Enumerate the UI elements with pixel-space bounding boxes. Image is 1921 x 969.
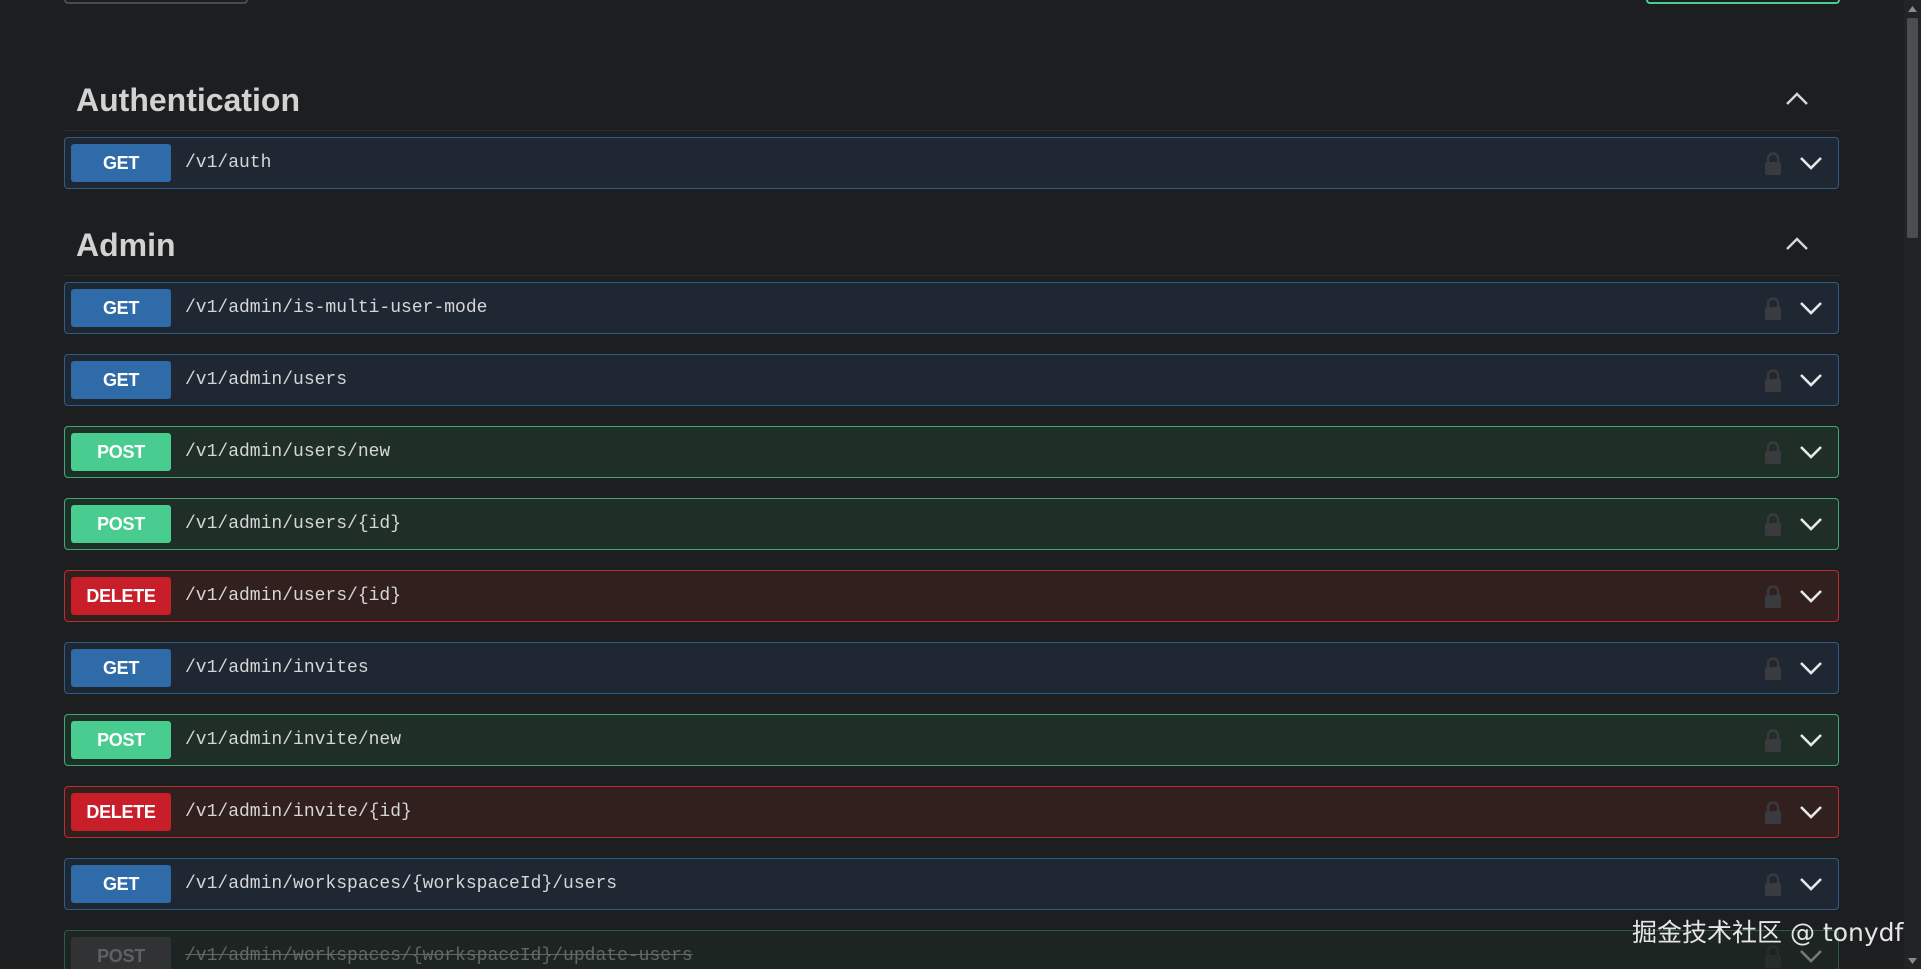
lock-icon[interactable]: [1764, 657, 1782, 681]
chevron-up-icon[interactable]: [1783, 88, 1811, 110]
authorize-button-edge[interactable]: [1646, 0, 1840, 4]
operation-path: /v1/admin/users: [185, 370, 348, 390]
chevron-down-icon[interactable]: [1798, 586, 1824, 606]
chevron-down-icon[interactable]: [1798, 874, 1824, 894]
method-badge: POST: [71, 505, 171, 543]
operation-path: /v1/admin/users/{id}: [185, 514, 402, 534]
method-badge: GET: [71, 289, 171, 327]
definition-select-edge[interactable]: [64, 0, 248, 4]
method-badge: GET: [71, 865, 171, 903]
operation-row[interactable]: GET/v1/admin/invites: [64, 642, 1839, 694]
lock-icon[interactable]: [1764, 152, 1782, 176]
operation-row[interactable]: GET /v1/auth: [64, 137, 1839, 189]
tag-header[interactable]: Admin: [64, 215, 1839, 276]
chevron-down-icon[interactable]: [1798, 514, 1824, 534]
lock-icon[interactable]: [1764, 369, 1782, 393]
operation-row[interactable]: POST/v1/admin/workspaces/{workspaceId}/u…: [64, 930, 1839, 969]
chevron-down-icon[interactable]: [1798, 946, 1824, 966]
operation-path: /v1/admin/invite/new: [185, 730, 402, 750]
method-badge: POST: [71, 433, 171, 471]
tag-section-authentication: Authentication GET /v1/auth: [64, 70, 1839, 209]
operation-row[interactable]: GET/v1/admin/users: [64, 354, 1839, 406]
admin-operations: GET/v1/admin/is-multi-user-mode GET/v1/ad…: [64, 282, 1839, 969]
operation-row[interactable]: DELETE/v1/admin/invite/{id}: [64, 786, 1839, 838]
method-badge: GET: [71, 649, 171, 687]
method-badge: DELETE: [71, 793, 171, 831]
method-badge: POST: [71, 937, 171, 969]
tag-section-admin: Admin GET/v1/admin/is-multi-user-mode GET…: [64, 215, 1839, 969]
scrollbar-thumb[interactable]: [1907, 18, 1918, 238]
operation-path: /v1/admin/users/new: [185, 442, 391, 462]
method-badge: DELETE: [71, 577, 171, 615]
lock-icon[interactable]: [1764, 441, 1782, 465]
lock-icon[interactable]: [1764, 729, 1782, 753]
chevron-down-icon[interactable]: [1798, 442, 1824, 462]
operation-row[interactable]: POST/v1/admin/users/{id}: [64, 498, 1839, 550]
lock-icon[interactable]: [1764, 297, 1782, 321]
operation-path: /v1/admin/invite/{id}: [185, 802, 412, 822]
operation-path: /v1/admin/users/{id}: [185, 586, 402, 606]
operation-path: /v1/auth: [185, 153, 272, 173]
lock-icon[interactable]: [1764, 873, 1782, 897]
operation-path: /v1/admin/is-multi-user-mode: [185, 298, 488, 318]
tag-title: Admin: [76, 226, 176, 263]
lock-icon[interactable]: [1764, 801, 1782, 825]
chevron-down-icon[interactable]: [1798, 298, 1824, 318]
operation-path: /v1/admin/invites: [185, 658, 369, 678]
chevron-down-icon[interactable]: [1798, 370, 1824, 390]
operation-row[interactable]: GET/v1/admin/workspaces/{workspaceId}/us…: [64, 858, 1839, 910]
operation-row[interactable]: DELETE/v1/admin/users/{id}: [64, 570, 1839, 622]
watermark: 掘金技术社区 @ tonydf: [1632, 918, 1904, 947]
chevron-down-icon[interactable]: [1798, 658, 1824, 678]
chevron-down-icon[interactable]: [1798, 802, 1824, 822]
operation-row[interactable]: POST/v1/admin/users/new: [64, 426, 1839, 478]
chevron-down-icon[interactable]: [1798, 153, 1824, 173]
tag-title: Authentication: [76, 81, 300, 118]
method-badge: POST: [71, 721, 171, 759]
operation-path: /v1/admin/workspaces/{workspaceId}/updat…: [185, 946, 693, 966]
scroll-up-arrow-icon[interactable]: [1904, 0, 1921, 17]
operation-row[interactable]: GET/v1/admin/is-multi-user-mode: [64, 282, 1839, 334]
lock-icon[interactable]: [1764, 513, 1782, 537]
chevron-up-icon[interactable]: [1783, 233, 1811, 255]
lock-icon[interactable]: [1764, 585, 1782, 609]
method-badge: GET: [71, 144, 171, 182]
operation-row[interactable]: POST/v1/admin/invite/new: [64, 714, 1839, 766]
chevron-down-icon[interactable]: [1798, 730, 1824, 750]
vertical-scrollbar[interactable]: [1904, 0, 1921, 969]
method-badge: GET: [71, 361, 171, 399]
tag-header[interactable]: Authentication: [64, 70, 1839, 131]
operation-path: /v1/admin/workspaces/{workspaceId}/users: [185, 874, 618, 894]
swagger-viewport: Authentication GET /v1/auth Admin GET/v1…: [0, 0, 1921, 969]
scroll-down-arrow-icon[interactable]: [1904, 952, 1921, 969]
